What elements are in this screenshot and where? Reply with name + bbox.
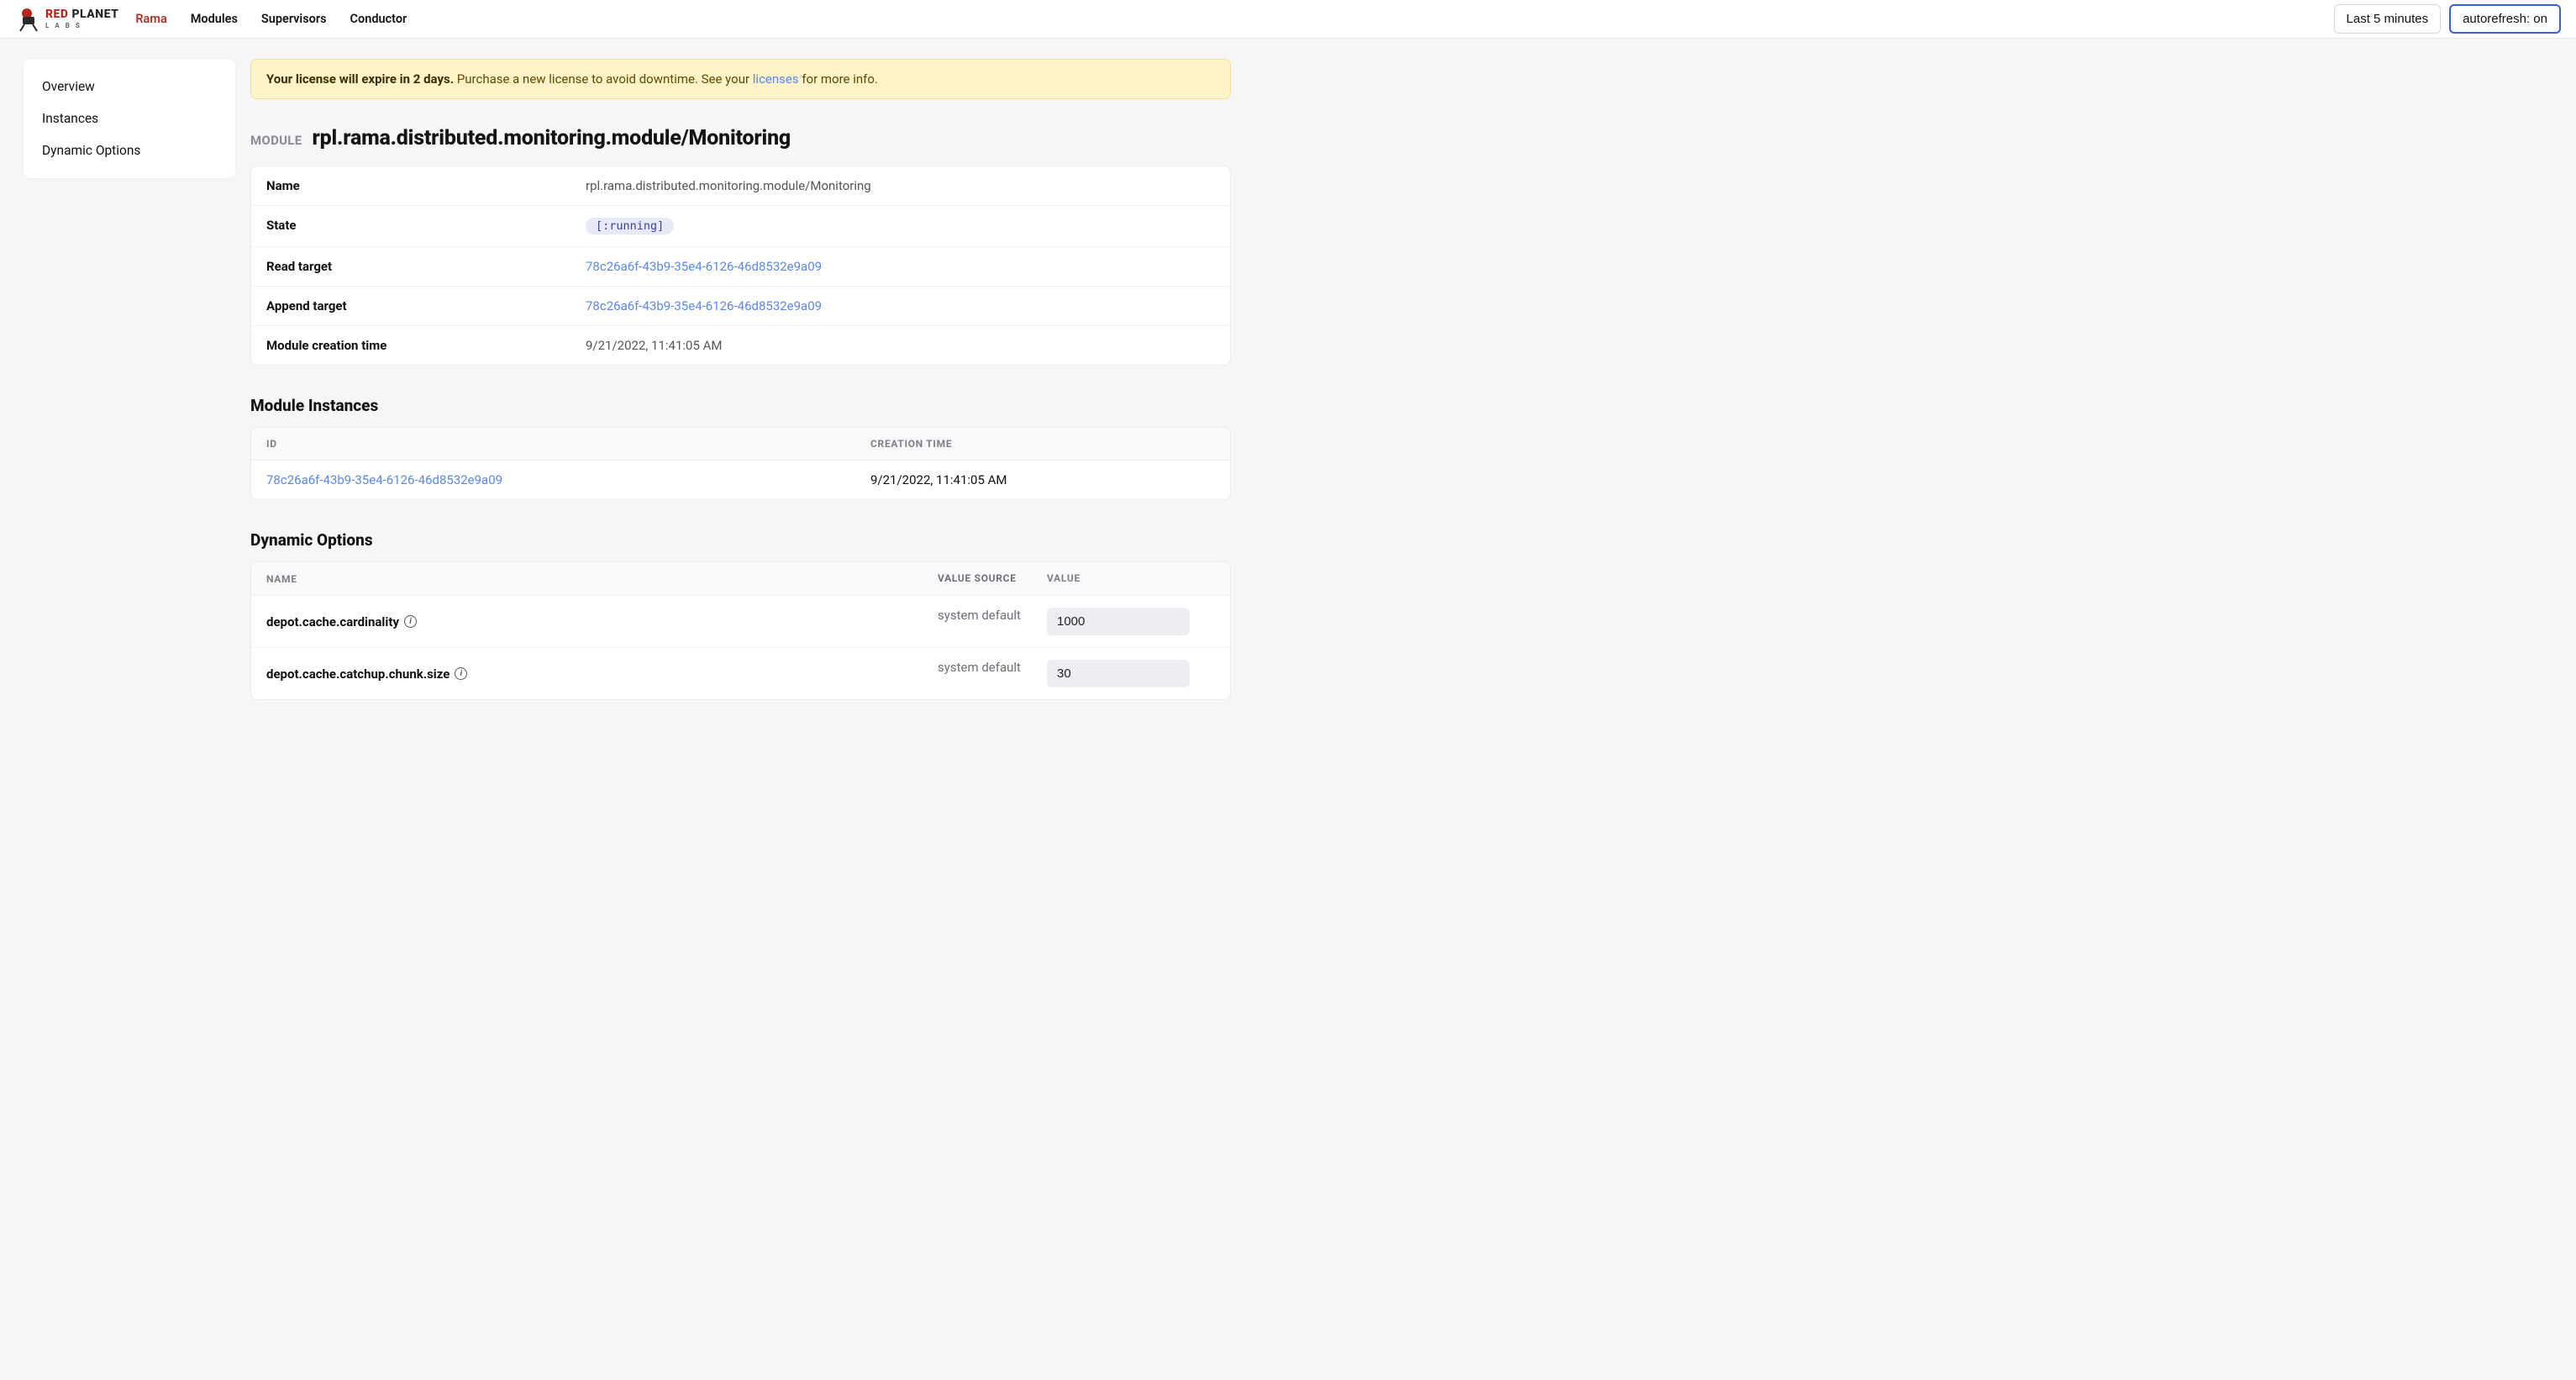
instance-row: 78c26a6f-43b9-35e4-6126-46d8532e9a09 9/2… [251, 461, 1230, 499]
dynamic-options-table: NAME VALUE SOURCE VALUE depot.cache.card… [250, 561, 1231, 700]
info-icon[interactable]: i [404, 615, 417, 628]
option-name: depot.cache.catchup.chunk.size [266, 666, 449, 682]
state-badge: [:running] [586, 218, 674, 234]
autorefresh-button[interactable]: autorefresh: on [2449, 4, 2561, 34]
kv-read-target: Read target 78c26a6f-43b9-35e4-6126-46d8… [251, 246, 1230, 286]
option-row: depot.cache.cardinality i system default [251, 596, 1230, 648]
module-heading: MODULE rpl.rama.distributed.monitoring.m… [250, 126, 1231, 150]
col-header-id: ID [266, 438, 870, 450]
topbar-actions: Last 5 minutes autorefresh: on [2334, 4, 2561, 34]
option-source: system default [938, 608, 1047, 635]
option-value-input[interactable] [1047, 660, 1190, 687]
kv-state: State [:running] [251, 205, 1230, 246]
module-instances-heading: Module Instances [250, 396, 1231, 415]
kv-state-label: State [266, 218, 586, 234]
main-content: Your license will expire in 2 days. Purc… [250, 59, 1243, 700]
licenses-link[interactable]: licenses [753, 71, 799, 87]
info-icon[interactable]: i [455, 667, 467, 680]
sidebar: Overview Instances Dynamic Options [24, 59, 235, 178]
module-title: rpl.rama.distributed.monitoring.module/M… [312, 126, 791, 150]
sidebar-item-overview[interactable]: Overview [24, 71, 235, 103]
license-alert-bold: Your license will expire in 2 days. [266, 71, 454, 87]
license-alert-text-b: for more info. [799, 71, 878, 87]
kv-name-label: Name [266, 178, 586, 193]
license-alert: Your license will expire in 2 days. Purc… [250, 59, 1231, 99]
col-header-name: NAME [266, 572, 938, 585]
logo-sublabel: LABS [45, 23, 118, 29]
logo[interactable]: RED PLANET LABS [15, 4, 118, 34]
module-details-card: Name rpl.rama.distributed.monitoring.mod… [250, 166, 1231, 366]
timerange-button[interactable]: Last 5 minutes [2334, 4, 2442, 34]
logo-word-red: RED [45, 8, 68, 21]
kv-append-target-label: Append target [266, 298, 586, 313]
kv-creation-time: Module creation time 9/21/2022, 11:41:05… [251, 325, 1230, 365]
kv-name: Name rpl.rama.distributed.monitoring.mod… [251, 166, 1230, 205]
dynamic-options-heading: Dynamic Options [250, 530, 1231, 550]
sidebar-item-dynamic-options[interactable]: Dynamic Options [24, 134, 235, 166]
logo-word-planet: PLANET [71, 8, 118, 21]
col-header-value-source: VALUE SOURCE [938, 572, 1047, 585]
col-header-value: VALUE [1047, 572, 1215, 585]
nav-links: Rama Modules Supervisors Conductor [135, 12, 407, 26]
kv-append-target: Append target 78c26a6f-43b9-35e4-6126-46… [251, 286, 1230, 325]
top-nav: RED PLANET LABS Rama Modules Supervisors… [0, 0, 2576, 39]
nav-link-supervisors[interactable]: Supervisors [261, 12, 327, 26]
logo-text: RED PLANET LABS [45, 8, 118, 29]
kv-creation-time-label: Module creation time [266, 338, 586, 353]
option-value-input[interactable] [1047, 608, 1190, 635]
option-source: system default [938, 660, 1047, 687]
instance-creation-time: 9/21/2022, 11:41:05 AM [870, 472, 1215, 487]
sidebar-item-instances[interactable]: Instances [24, 103, 235, 134]
logo-icon [15, 4, 45, 34]
read-target-link[interactable]: 78c26a6f-43b9-35e4-6126-46d8532e9a09 [586, 259, 822, 274]
col-header-creation-time: CREATION TIME [870, 438, 1215, 450]
license-alert-text-a: Purchase a new license to avoid downtime… [454, 71, 753, 87]
option-name: depot.cache.cardinality [266, 614, 399, 629]
nav-link-rama[interactable]: Rama [135, 12, 166, 26]
instance-id-link[interactable]: 78c26a6f-43b9-35e4-6126-46d8532e9a09 [266, 472, 502, 487]
kv-read-target-label: Read target [266, 259, 586, 274]
kv-creation-time-value: 9/21/2022, 11:41:05 AM [586, 338, 1215, 353]
kv-name-value: rpl.rama.distributed.monitoring.module/M… [586, 178, 1215, 193]
nav-link-modules[interactable]: Modules [191, 12, 238, 26]
kv-state-value: [:running] [586, 218, 1215, 234]
option-row: depot.cache.catchup.chunk.size i system … [251, 648, 1230, 699]
module-eyebrow: MODULE [250, 133, 302, 148]
dynamic-options-thead: NAME VALUE SOURCE VALUE [251, 562, 1230, 596]
nav-link-conductor[interactable]: Conductor [350, 12, 407, 26]
append-target-link[interactable]: 78c26a6f-43b9-35e4-6126-46d8532e9a09 [586, 298, 822, 313]
module-instances-thead: ID CREATION TIME [251, 428, 1230, 461]
module-instances-table: ID CREATION TIME 78c26a6f-43b9-35e4-6126… [250, 427, 1231, 500]
